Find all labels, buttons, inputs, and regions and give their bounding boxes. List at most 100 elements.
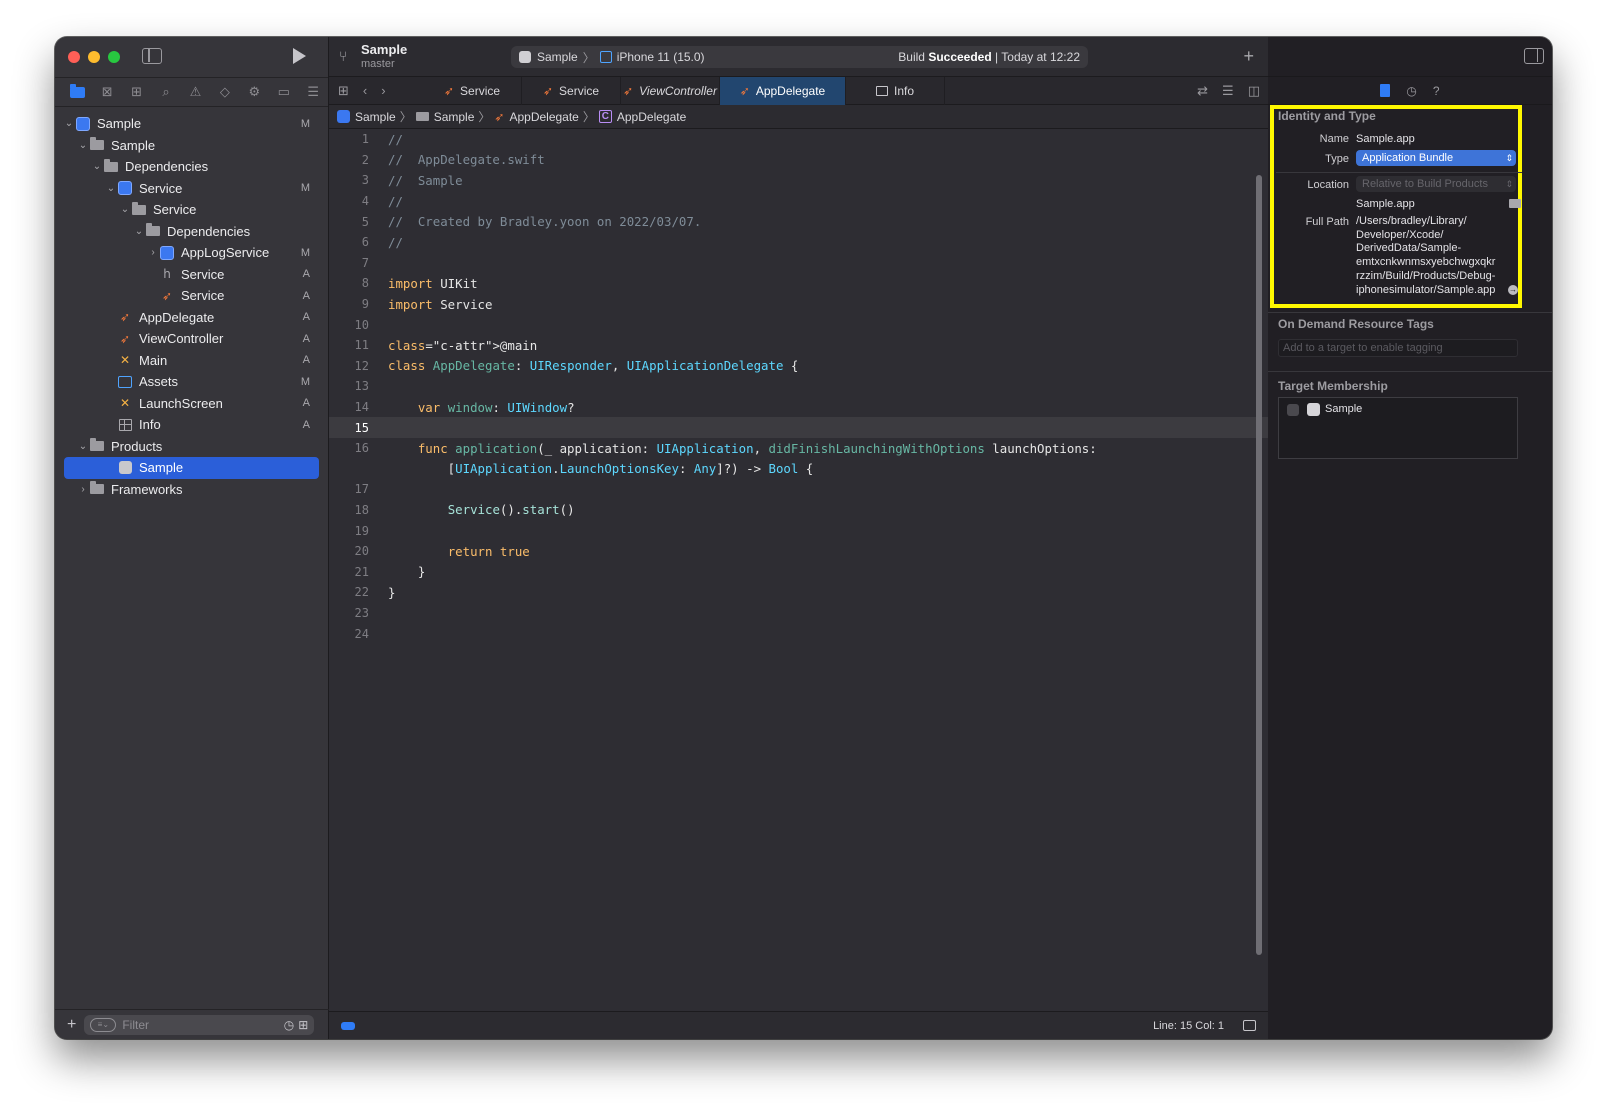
- minimize-window-button[interactable]: [88, 51, 100, 63]
- chevron-down-icon[interactable]: ⌄: [77, 441, 89, 452]
- code-line[interactable]: 21 }: [329, 561, 1268, 582]
- folder-icon[interactable]: [1509, 199, 1521, 208]
- back-icon[interactable]: ‹: [363, 83, 367, 98]
- filter-field[interactable]: ≡⌄ Filter ◷ ⊞: [84, 1014, 315, 1035]
- test-navigator-tab[interactable]: ◇: [210, 77, 239, 107]
- filter-options-icon[interactable]: ≡⌄: [90, 1017, 117, 1032]
- chevron-right-icon[interactable]: ›: [147, 247, 159, 258]
- code-line[interactable]: 24: [329, 623, 1268, 644]
- jumpbar-item[interactable]: AppDelegate: [617, 110, 686, 124]
- tree-item[interactable]: ✕ LaunchScreen A: [55, 393, 328, 415]
- tree-item[interactable]: ⌄ Service: [55, 199, 328, 221]
- tags-field[interactable]: Add to a target to enable tagging: [1278, 339, 1518, 357]
- issue-navigator-tab[interactable]: ⚠: [181, 77, 210, 107]
- jumpbar-item[interactable]: Sample: [355, 110, 396, 124]
- split-editor-icon[interactable]: ◫: [1248, 83, 1260, 99]
- tree-item[interactable]: ⌄ Dependencies: [55, 221, 328, 243]
- target-checkbox[interactable]: [1287, 404, 1299, 416]
- code-line[interactable]: 17: [329, 479, 1268, 500]
- chevron-down-icon[interactable]: ⌄: [77, 140, 89, 151]
- history-inspector-icon[interactable]: ◷: [1406, 84, 1416, 98]
- code-line[interactable]: 18 Service().start(): [329, 500, 1268, 521]
- tree-item[interactable]: › Frameworks: [55, 479, 328, 501]
- chevron-right-icon[interactable]: ›: [77, 484, 89, 495]
- zoom-window-button[interactable]: [108, 51, 120, 63]
- breakpoint-navigator-tab[interactable]: ▭: [269, 77, 298, 107]
- symbol-navigator-tab[interactable]: ⊞: [122, 77, 151, 107]
- project-navigator-tab[interactable]: [63, 77, 92, 107]
- device-selector[interactable]: iPhone 11 (15.0): [617, 50, 705, 64]
- recent-files-icon[interactable]: ◷: [284, 1018, 294, 1032]
- chevron-down-icon[interactable]: ⌄: [119, 204, 131, 215]
- editor-tab[interactable]: ➶ Service: [522, 76, 621, 105]
- related-items-icon[interactable]: ⊞: [338, 83, 349, 99]
- tree-item[interactable]: h Service A: [55, 264, 328, 286]
- inspector-toggle-icon[interactable]: [1524, 48, 1544, 64]
- file-inspector-icon[interactable]: [1380, 84, 1391, 97]
- type-select[interactable]: Application Bundle ⇕: [1356, 150, 1516, 166]
- code-line[interactable]: 10: [329, 314, 1268, 335]
- tree-item[interactable]: Assets M: [55, 371, 328, 393]
- chevron-down-icon[interactable]: ⌄: [63, 118, 75, 129]
- code-line[interactable]: 2 // AppDelegate.swift: [329, 150, 1268, 171]
- vertical-scrollbar[interactable]: [1256, 175, 1262, 955]
- tree-item[interactable]: ⌄ Sample: [55, 135, 328, 157]
- code-line[interactable]: 19: [329, 520, 1268, 541]
- code-line[interactable]: 13: [329, 376, 1268, 397]
- editor-tab[interactable]: ➶ AppDelegate: [720, 76, 846, 105]
- debug-area-toggle[interactable]: [341, 1021, 355, 1030]
- code-line[interactable]: 1 //: [329, 129, 1268, 150]
- source-editor[interactable]: 1 // 2 // AppDelegate.swift 3 // Sample 4 // 5 //…: [329, 129, 1268, 985]
- code-line[interactable]: 9 import Service: [329, 294, 1268, 315]
- help-inspector-icon[interactable]: ?: [1433, 84, 1440, 98]
- tree-item[interactable]: ⌄ Dependencies: [55, 156, 328, 178]
- code-line[interactable]: 20 return true: [329, 541, 1268, 562]
- code-review-icon[interactable]: ⇄: [1197, 83, 1208, 99]
- jumpbar-item[interactable]: AppDelegate: [509, 110, 578, 124]
- location-select[interactable]: Relative to Build Products ⇕: [1356, 176, 1516, 192]
- editor-tab[interactable]: ➶ Service: [423, 76, 522, 105]
- chevron-down-icon[interactable]: ⌄: [91, 161, 103, 172]
- chevron-down-icon[interactable]: ⌄: [133, 226, 145, 237]
- report-navigator-tab[interactable]: ☰: [299, 77, 328, 107]
- code-line[interactable]: 5 // Created by Bradley.yoon on 2022/03/0…: [329, 211, 1268, 232]
- code-line[interactable]: 6 //: [329, 232, 1268, 253]
- name-value[interactable]: Sample.app: [1356, 133, 1415, 145]
- navigator-toggle-icon[interactable]: [142, 48, 162, 64]
- scm-filter-icon[interactable]: ⊞: [298, 1018, 308, 1032]
- code-line[interactable]: 7: [329, 253, 1268, 274]
- jumpbar-item[interactable]: Sample: [434, 110, 475, 124]
- tree-item[interactable]: ➶ Service A: [55, 285, 328, 307]
- code-line[interactable]: 15: [329, 417, 1268, 438]
- tree-item[interactable]: ⌄ Products: [55, 436, 328, 458]
- code-line[interactable]: 12 class AppDelegate: UIResponder, UIAppl…: [329, 356, 1268, 377]
- reveal-in-finder-icon[interactable]: →: [1508, 285, 1518, 295]
- code-line[interactable]: 22}: [329, 582, 1268, 603]
- minimap-icon[interactable]: [1243, 1020, 1256, 1031]
- tree-item[interactable]: Sample: [64, 457, 319, 479]
- scheme-selector[interactable]: Sample: [537, 50, 578, 64]
- editor-tab[interactable]: ➶ ViewController: [621, 76, 720, 105]
- tree-item[interactable]: ➶ AppDelegate A: [55, 307, 328, 329]
- code-line[interactable]: 8 import UIKit: [329, 273, 1268, 294]
- run-button[interactable]: [293, 48, 306, 64]
- code-line[interactable]: 23: [329, 603, 1268, 624]
- code-line[interactable]: 4 //: [329, 191, 1268, 212]
- tree-item[interactable]: ⌄ Service M: [55, 178, 328, 200]
- code-line[interactable]: 11 class="c-attr">@main: [329, 335, 1268, 356]
- code-line[interactable]: 16 func application(_ application: UIApp…: [329, 438, 1268, 459]
- editor-tab[interactable]: Info: [846, 76, 945, 105]
- source-control-navigator-tab[interactable]: ⊠: [92, 77, 121, 107]
- chevron-down-icon[interactable]: ⌄: [105, 183, 117, 194]
- tree-item[interactable]: ➶ ViewController A: [55, 328, 328, 350]
- tree-item[interactable]: ✕ Main A: [55, 350, 328, 372]
- add-file-button[interactable]: +: [67, 1016, 76, 1034]
- editor-options-icon[interactable]: ☰: [1222, 83, 1234, 99]
- code-line[interactable]: 3 // Sample: [329, 170, 1268, 191]
- code-line[interactable]: [UIApplication.LaunchOptionsKey: Any]?) …: [329, 459, 1268, 480]
- debug-navigator-tab[interactable]: ⚙: [240, 77, 269, 107]
- forward-icon[interactable]: ›: [381, 83, 385, 98]
- close-window-button[interactable]: [68, 51, 80, 63]
- tree-item[interactable]: Info A: [55, 414, 328, 436]
- tree-item[interactable]: ⌄ Sample M: [55, 113, 328, 135]
